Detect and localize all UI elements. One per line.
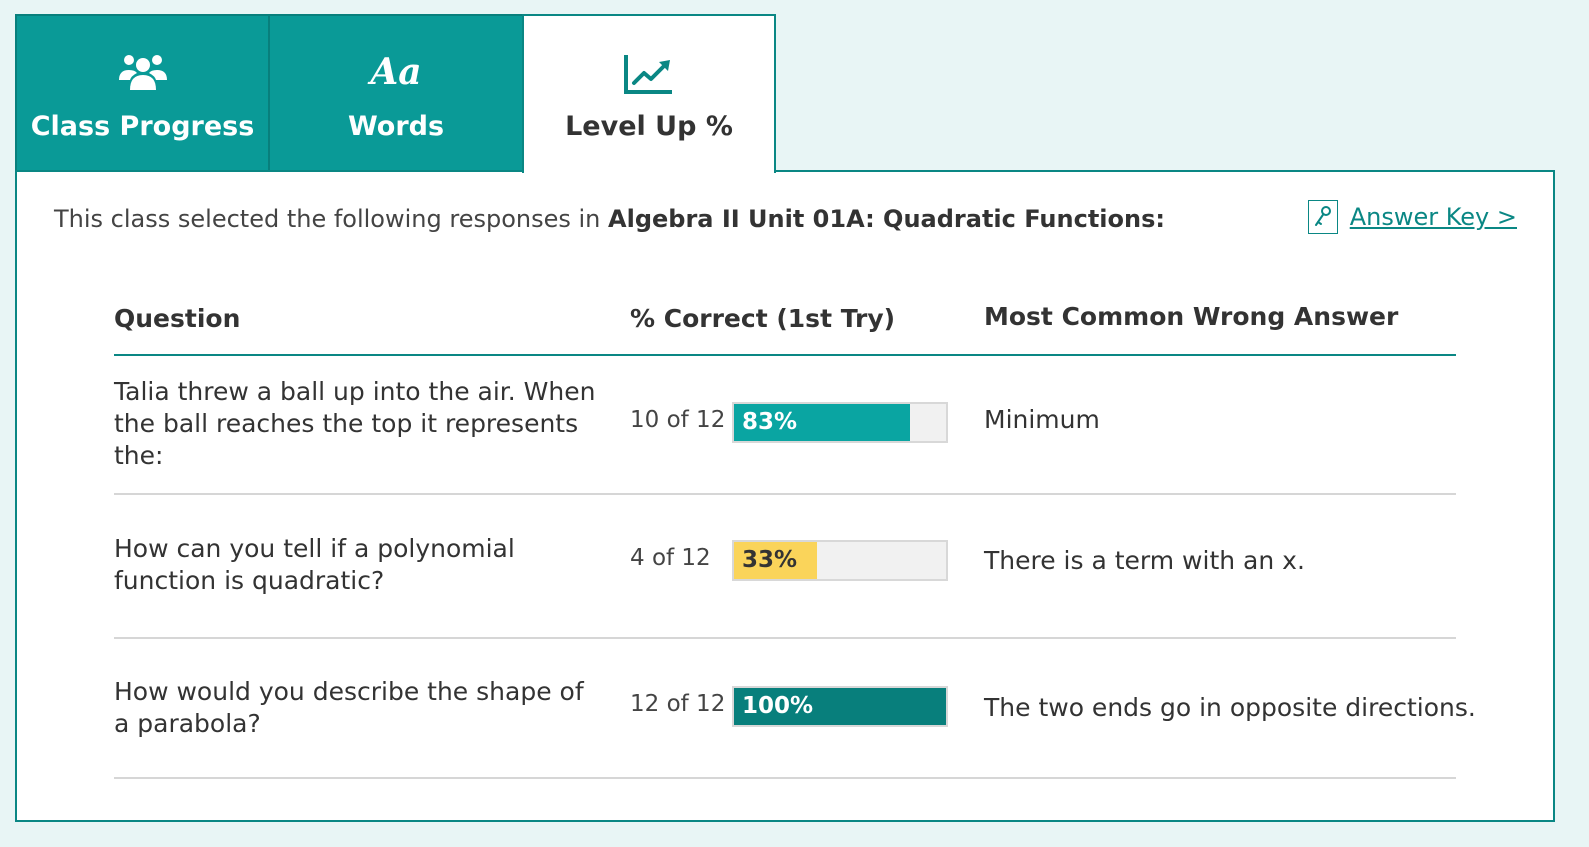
table-row: How can you tell if a polynomial functio… xyxy=(114,495,1456,639)
aa-text-icon: Aa xyxy=(370,45,421,99)
correct-count: 12 of 12 xyxy=(630,691,726,717)
header-percent-correct: % Correct (1st Try) xyxy=(630,304,896,333)
percent-label: 100% xyxy=(742,693,814,719)
correct-count: 4 of 12 xyxy=(630,545,711,571)
users-icon xyxy=(116,45,170,99)
unit-name: Algebra II Unit 01A: Quadratic Functions… xyxy=(608,205,1165,233)
intro-prefix: This class selected the following respon… xyxy=(54,205,609,233)
tab-label: Class Progress xyxy=(30,110,255,142)
tab-label: Level Up % xyxy=(565,111,733,142)
tab-words[interactable]: Aa Words xyxy=(268,14,524,172)
percent-label: 33% xyxy=(742,547,798,573)
correct-count: 10 of 12 xyxy=(630,407,726,433)
table-row: How would you describe the shape of a pa… xyxy=(114,639,1476,779)
question-text: How can you tell if a polynomial functio… xyxy=(114,534,515,595)
aa-glyph: Aa xyxy=(370,50,422,93)
chart-line-up-icon xyxy=(623,47,675,101)
tab-class-progress[interactable]: Class Progress xyxy=(15,14,270,172)
answer-key-label: Answer Key > xyxy=(1349,203,1517,231)
key-icon xyxy=(1307,200,1338,234)
percent-bar: 100% xyxy=(732,686,948,727)
wrong-answer: The two ends go in opposite directions. xyxy=(984,693,1476,722)
question-text: How would you describe the shape of a pa… xyxy=(114,677,584,738)
percent-label: 83% xyxy=(742,409,798,435)
table-row: Talia threw a ball up into the air. When… xyxy=(114,356,1456,495)
answer-key-link[interactable]: Answer Key > xyxy=(1307,200,1517,234)
tab-level-up[interactable]: Level Up % xyxy=(522,14,776,173)
wrong-answer: Minimum xyxy=(984,405,1100,434)
level-up-panel: This class selected the following respon… xyxy=(15,170,1555,822)
header-wrong-answer: Most Common Wrong Answer xyxy=(984,302,1399,331)
intro-text: This class selected the following respon… xyxy=(54,205,1165,233)
header-question: Question xyxy=(114,304,241,333)
tab-label: Words xyxy=(347,110,445,142)
wrong-answer: There is a term with an x. xyxy=(984,546,1305,575)
table-header: Question % Correct (1st Try) Most Common… xyxy=(114,302,1456,356)
percent-bar: 33% xyxy=(732,540,948,581)
percent-bar: 83% xyxy=(732,402,948,443)
question-text: Talia threw a ball up into the air. When… xyxy=(114,377,596,470)
responses-table: Question % Correct (1st Try) Most Common… xyxy=(114,302,1476,779)
